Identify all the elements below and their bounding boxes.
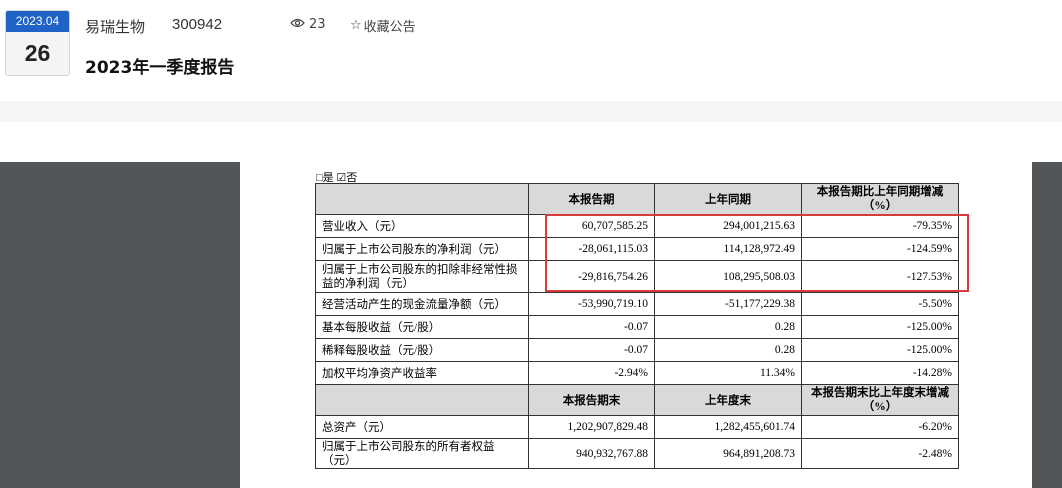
current-value: -0.07 <box>528 315 655 339</box>
financial-table: 本报告期 上年同期 本报告期比上年同期增减（%） 营业收入（元） 60,707,… <box>315 183 959 469</box>
date-month: 2023.04 <box>6 11 69 32</box>
current-value: -28,061,115.03 <box>528 237 655 261</box>
prior-value: 1,282,455,601.74 <box>654 415 802 439</box>
current-value: -53,990,719.10 <box>528 292 655 316</box>
header-cell <box>315 183 529 215</box>
view-count-value: 23 <box>309 17 326 32</box>
current-value: 1,202,907,829.48 <box>528 415 655 439</box>
header-cell: 本报告期比上年同期增减（%） <box>801 183 959 215</box>
change-value: -6.20% <box>801 415 959 439</box>
table-row: 稀释每股收益（元/股） -0.07 0.28 -125.00% <box>315 338 959 362</box>
divider-band <box>0 101 1062 122</box>
star-icon: ☆ <box>350 18 362 33</box>
row-label: 归属于上市公司股东的净利润（元） <box>315 237 529 261</box>
table-header-row: 本报告期末 上年度末 本报告期末比上年度末增减（%） <box>315 384 959 416</box>
row-label: 归属于上市公司股东的扣除非经常性损益的净利润（元） <box>315 260 529 293</box>
row-label: 基本每股收益（元/股） <box>315 315 529 339</box>
table-row: 归属于上市公司股东的所有者权益（元） 940,932,767.88 964,89… <box>315 438 959 469</box>
current-value: -0.07 <box>528 338 655 362</box>
change-value: -125.00% <box>801 338 959 362</box>
table-row: 营业收入（元） 60,707,585.25 294,001,215.63 -79… <box>315 214 959 238</box>
table-row: 总资产（元） 1,202,907,829.48 1,282,455,601.74… <box>315 415 959 439</box>
current-value: -29,816,754.26 <box>528 260 655 293</box>
prior-value: 964,891,208.73 <box>654 438 802 469</box>
prior-value: 114,128,972.49 <box>654 237 802 261</box>
header-cell <box>315 384 529 416</box>
company-name[interactable]: 易瑞生物 <box>85 16 145 37</box>
row-label: 经营活动产生的现金流量净额（元） <box>315 292 529 316</box>
table-row: 基本每股收益（元/股） -0.07 0.28 -125.00% <box>315 315 959 339</box>
change-value: -125.00% <box>801 315 959 339</box>
row-label: 营业收入（元） <box>315 214 529 238</box>
change-value: -5.50% <box>801 292 959 316</box>
current-value: 940,932,767.88 <box>528 438 655 469</box>
change-value: -124.59% <box>801 237 959 261</box>
header-cell: 本报告期末 <box>528 384 655 416</box>
current-value: -2.94% <box>528 361 655 385</box>
prior-value: -51,177,229.38 <box>654 292 802 316</box>
date-day: 26 <box>24 40 51 66</box>
favorite-button[interactable]: ☆ 收藏公告 <box>350 16 416 35</box>
header-cell: 上年同期 <box>654 183 802 215</box>
change-value: -79.35% <box>801 214 959 238</box>
table-row: 归属于上市公司股东的扣除非经常性损益的净利润（元） -29,816,754.26… <box>315 260 959 293</box>
table-row: 加权平均净资产收益率 -2.94% 11.34% -14.28% <box>315 361 959 385</box>
favorite-label: 收藏公告 <box>363 20 416 35</box>
prior-value: 294,001,215.63 <box>654 214 802 238</box>
change-value: -14.28% <box>801 361 959 385</box>
prior-value: 0.28 <box>654 315 802 339</box>
table-row: 经营活动产生的现金流量净额（元） -53,990,719.10 -51,177,… <box>315 292 959 316</box>
prior-value: 11.34% <box>654 361 802 385</box>
change-value: -2.48% <box>801 438 959 469</box>
header-cell: 本报告期末比上年度末增减（%） <box>801 384 959 416</box>
current-value: 60,707,585.25 <box>528 214 655 238</box>
row-label: 稀释每股收益（元/股） <box>315 338 529 362</box>
prior-value: 0.28 <box>654 338 802 362</box>
row-label: 归属于上市公司股东的所有者权益（元） <box>315 438 529 469</box>
page-title: 2023年一季度报告 <box>85 58 235 78</box>
table-header-row: 本报告期 上年同期 本报告期比上年同期增减（%） <box>315 183 959 215</box>
table-row: 归属于上市公司股东的净利润（元） -28,061,115.03 114,128,… <box>315 237 959 261</box>
date-badge: 2023.04 26 <box>5 10 70 76</box>
header-cell: 上年度末 <box>654 384 802 416</box>
stock-code: 300942 <box>172 16 223 33</box>
header-cell: 本报告期 <box>528 183 655 215</box>
prior-value: 108,295,508.03 <box>654 260 802 293</box>
row-label: 总资产（元） <box>315 415 529 439</box>
eye-icon <box>290 17 305 32</box>
view-count: 23 <box>290 17 326 32</box>
row-label: 加权平均净资产收益率 <box>315 361 529 385</box>
change-value: -127.53% <box>801 260 959 293</box>
